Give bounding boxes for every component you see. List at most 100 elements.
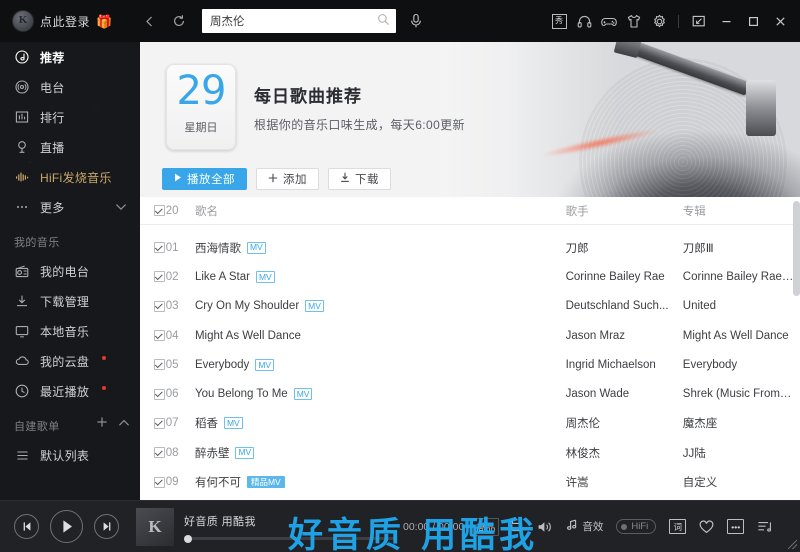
row-checkbox[interactable] bbox=[154, 330, 165, 342]
sidebar-item-live[interactable]: 直播 bbox=[0, 132, 140, 162]
row-checkbox[interactable] bbox=[154, 359, 165, 371]
table-row[interactable]: 08 醉赤壁 MV 林俊杰 JJ陆 bbox=[140, 438, 800, 467]
row-artist[interactable]: Deutschland Such... bbox=[566, 300, 683, 312]
row-artist[interactable]: 林俊杰 bbox=[566, 445, 683, 461]
quality-selector[interactable]: 高品 bbox=[472, 517, 500, 536]
row-album[interactable]: 自定义 bbox=[683, 474, 800, 490]
sidebar-item-recent-play[interactable]: 最近播放 bbox=[0, 376, 140, 406]
album-cover-icon[interactable] bbox=[136, 507, 174, 546]
sidebar-item-radio[interactable]: 电台 bbox=[0, 72, 140, 102]
progress-bar[interactable] bbox=[184, 534, 397, 543]
download-button[interactable]: 下载 bbox=[328, 168, 391, 190]
row-checkbox[interactable] bbox=[154, 242, 165, 254]
previous-track-icon[interactable] bbox=[14, 514, 39, 539]
row-song-name-cell[interactable]: 西海情歌 MV bbox=[195, 240, 566, 256]
row-album[interactable]: 魔杰座 bbox=[683, 415, 800, 431]
play-button-icon[interactable] bbox=[50, 510, 83, 543]
headphones-icon[interactable] bbox=[573, 10, 595, 32]
mv-badge[interactable]: MV bbox=[255, 358, 275, 371]
row-album[interactable]: Everybody bbox=[683, 359, 800, 371]
row-song-name-cell[interactable]: You Belong To Me MV bbox=[195, 388, 566, 401]
login-area[interactable]: 点此登录 🎁 bbox=[0, 0, 130, 42]
mv-badge[interactable]: MV bbox=[293, 388, 313, 401]
refresh-icon[interactable] bbox=[166, 8, 192, 34]
select-all-checkbox[interactable] bbox=[154, 205, 165, 216]
table-row[interactable]: 07 稻香 MV 周杰伦 魔杰座 bbox=[140, 409, 800, 438]
row-checkbox[interactable] bbox=[154, 388, 165, 400]
row-song-name-cell[interactable]: Cry On My Shoulder MV bbox=[195, 300, 566, 313]
mini-mode-button[interactable] bbox=[687, 9, 711, 33]
table-scrollbar[interactable] bbox=[793, 197, 800, 500]
plus-icon[interactable] bbox=[96, 416, 108, 431]
sidebar-item-rank[interactable]: 排行 bbox=[0, 102, 140, 132]
row-song-name-cell[interactable]: 醉赤壁 MV bbox=[195, 445, 566, 461]
voice-search-microphone-icon[interactable] bbox=[403, 8, 429, 34]
row-album[interactable]: Might As Well Dance bbox=[683, 330, 800, 342]
row-album[interactable]: United bbox=[683, 300, 800, 312]
mv-badge[interactable]: 精品MV bbox=[246, 476, 285, 489]
mv-badge[interactable]: MV bbox=[305, 300, 324, 313]
hifi-toggle[interactable]: HiFi bbox=[616, 519, 657, 534]
volume-icon[interactable] bbox=[537, 520, 553, 534]
mv-badge[interactable]: MV bbox=[246, 241, 266, 254]
mv-badge[interactable]: MV bbox=[235, 446, 255, 459]
sidebar-item-my-radio[interactable]: 我的电台 bbox=[0, 256, 140, 286]
back-arrow-icon[interactable] bbox=[136, 8, 162, 34]
add-button[interactable]: 添加 bbox=[256, 168, 319, 190]
repeat-mode-icon[interactable] bbox=[509, 519, 524, 534]
close-button[interactable] bbox=[768, 9, 792, 33]
sidebar-item-default-playlist[interactable]: 默认列表 bbox=[0, 440, 140, 470]
progress-knob[interactable] bbox=[184, 534, 192, 543]
mv-badge[interactable]: MV bbox=[223, 417, 243, 430]
chevron-down-icon[interactable] bbox=[115, 198, 127, 216]
row-artist[interactable]: 刀郎 bbox=[566, 240, 683, 256]
sidebar-item-download-manager[interactable]: 下载管理 bbox=[0, 286, 140, 316]
table-header-album[interactable]: 专辑 bbox=[683, 203, 800, 219]
game-controller-icon[interactable] bbox=[598, 10, 620, 32]
chevron-up-icon[interactable] bbox=[118, 418, 130, 430]
row-checkbox[interactable] bbox=[154, 271, 165, 283]
next-track-icon[interactable] bbox=[94, 514, 119, 539]
play-queue-icon[interactable] bbox=[757, 520, 773, 534]
resize-grip[interactable] bbox=[788, 540, 797, 549]
table-row[interactable]: 06 You Belong To Me MV Jason Wade Shrek (Mus… bbox=[140, 379, 800, 408]
row-checkbox[interactable] bbox=[154, 476, 165, 488]
row-album[interactable]: Corinne Bailey Rae-[... bbox=[683, 271, 800, 283]
play-all-button[interactable]: 播放全部 bbox=[162, 168, 247, 190]
row-artist[interactable]: Jason Mraz bbox=[566, 330, 683, 342]
search-input[interactable] bbox=[202, 9, 396, 33]
table-header-artist[interactable]: 歌手 bbox=[566, 203, 683, 219]
row-song-name-cell[interactable]: 稻香 MV bbox=[195, 415, 566, 431]
sidebar-item-recommend[interactable]: 推荐 bbox=[0, 42, 140, 72]
row-checkbox[interactable] bbox=[154, 417, 165, 429]
table-header-name[interactable]: 歌名 bbox=[195, 203, 566, 219]
heart-icon[interactable] bbox=[699, 519, 714, 534]
row-album[interactable]: JJ陆 bbox=[683, 445, 800, 461]
row-song-name-cell[interactable]: Like A Star MV bbox=[195, 270, 566, 283]
row-album[interactable]: 刀郎Ⅲ bbox=[683, 240, 800, 256]
row-artist[interactable]: 周杰伦 bbox=[566, 415, 683, 431]
table-row[interactable]: 02 Like A Star MV Corinne Bailey Rae Corinne… bbox=[140, 262, 800, 291]
mv-badge[interactable]: MV bbox=[255, 270, 275, 283]
table-row[interactable]: 09 有何不可 精品MV 许嵩 自定义 bbox=[140, 467, 800, 496]
row-artist[interactable]: Ingrid Michaelson bbox=[566, 359, 683, 371]
sound-effects-button[interactable]: 音效 bbox=[566, 519, 603, 534]
maximize-button[interactable] bbox=[741, 9, 765, 33]
sidebar-item-hifi[interactable]: HiFi发烧音乐 bbox=[0, 162, 140, 192]
minimize-button[interactable] bbox=[714, 9, 738, 33]
show-icon[interactable]: 秀 bbox=[548, 10, 570, 32]
row-song-name-cell[interactable]: Might As Well Dance bbox=[195, 330, 566, 342]
row-artist[interactable]: Jason Wade bbox=[566, 388, 683, 400]
row-album[interactable]: Shrek (Music From t... bbox=[683, 388, 800, 400]
sidebar-item-local-music[interactable]: 本地音乐 bbox=[0, 316, 140, 346]
scrollbar-thumb[interactable] bbox=[793, 201, 800, 296]
sidebar-item-more[interactable]: 更多 bbox=[0, 192, 140, 222]
table-row[interactable]: 01 西海情歌 MV 刀郎 刀郎Ⅲ bbox=[140, 233, 800, 262]
table-row[interactable]: 04 Might As Well Dance Jason Mraz Might As … bbox=[140, 321, 800, 350]
table-row[interactable]: 03 Cry On My Shoulder MV Deutschland Such..… bbox=[140, 292, 800, 321]
row-song-name-cell[interactable]: 有何不可 精品MV bbox=[195, 474, 566, 490]
settings-gear-icon[interactable] bbox=[648, 10, 670, 32]
more-dots-box-icon[interactable]: ••• bbox=[727, 519, 745, 534]
row-artist[interactable]: Corinne Bailey Rae bbox=[566, 271, 683, 283]
gift-icon[interactable]: 🎁 bbox=[96, 15, 112, 28]
